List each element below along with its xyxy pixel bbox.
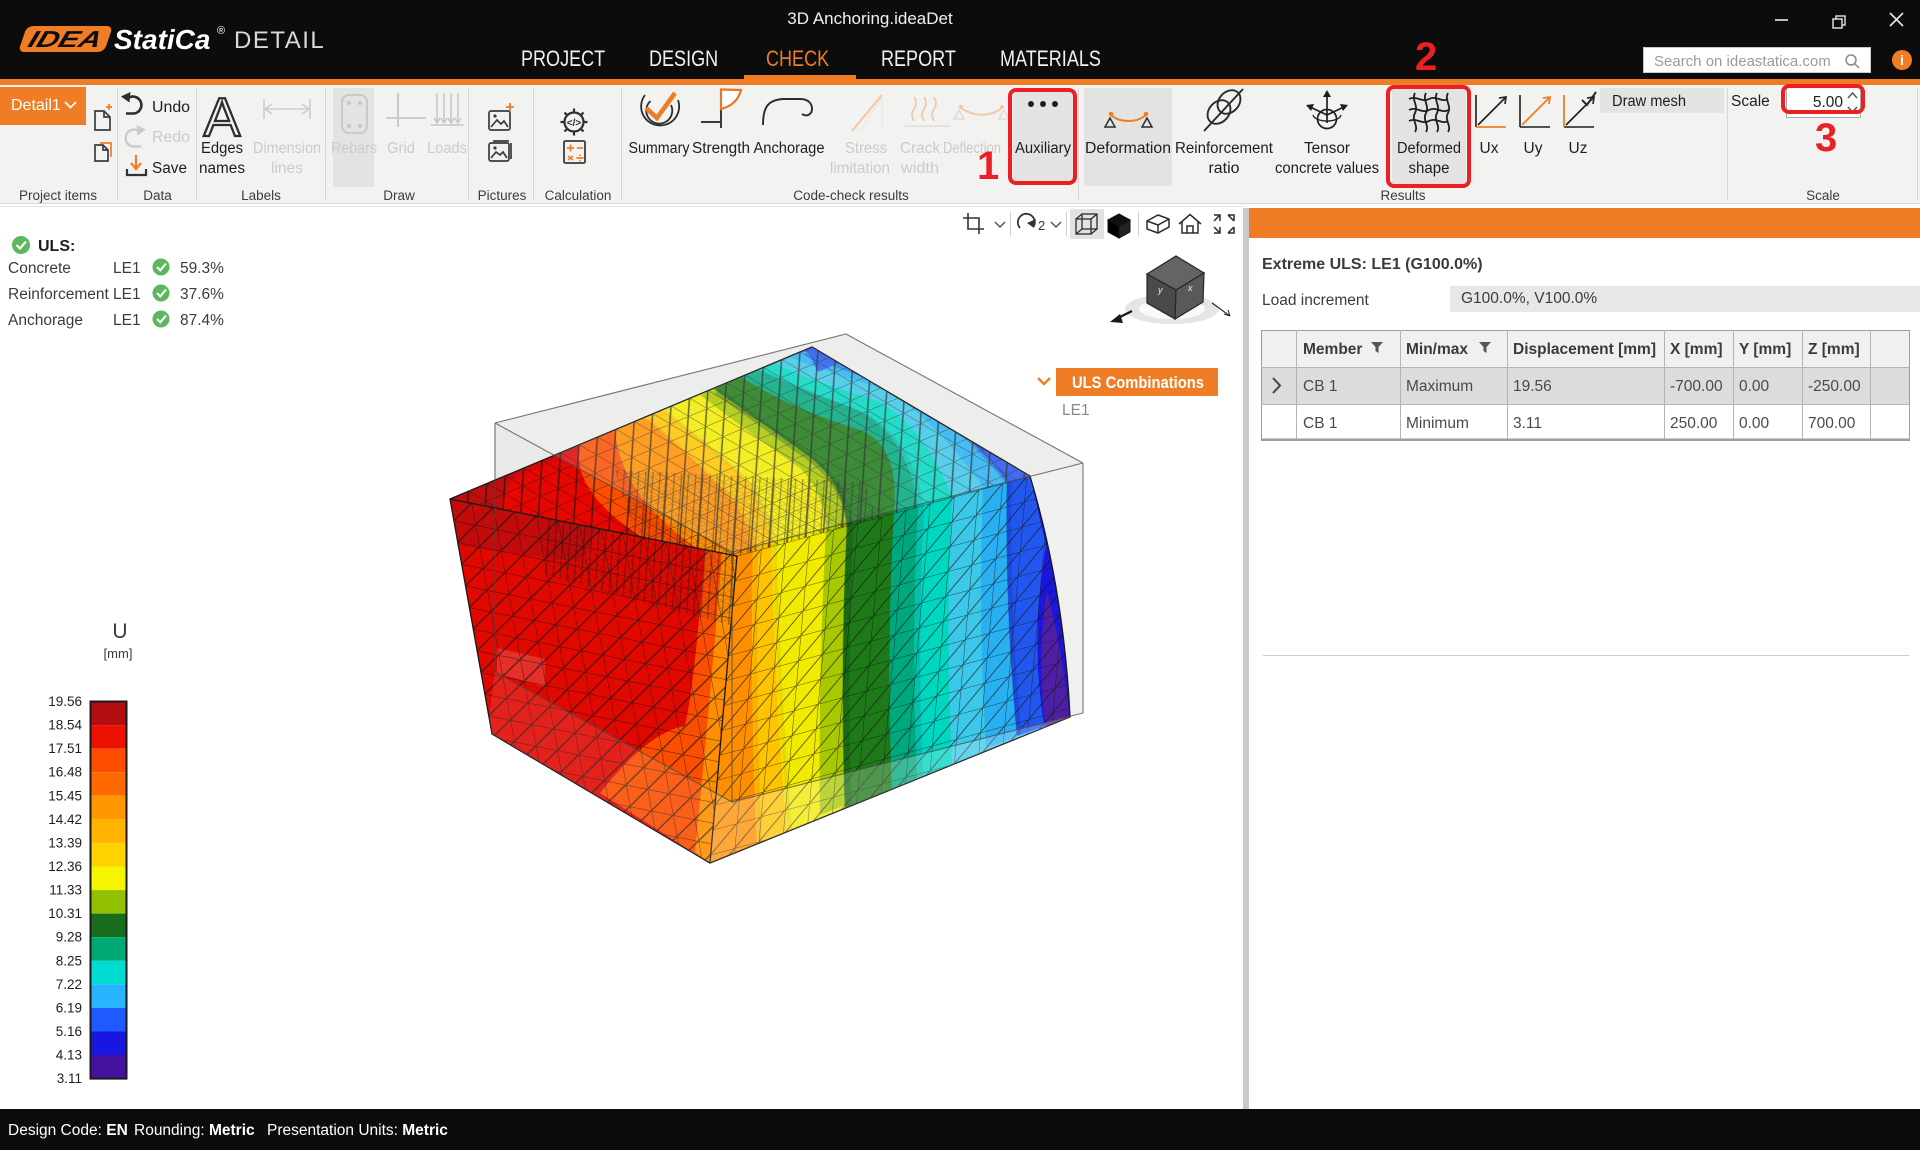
svg-text:Deformation: Deformation <box>1085 140 1171 157</box>
svg-text:19.56: 19.56 <box>1513 378 1552 395</box>
svg-text:Minimum: Minimum <box>1406 415 1469 432</box>
svg-text:x: x <box>1187 283 1193 293</box>
svg-text:names: names <box>199 160 245 177</box>
svg-text:Crack: Crack <box>900 140 940 157</box>
svg-text:4.13: 4.13 <box>56 1048 82 1063</box>
svg-text:y: y <box>1157 285 1163 295</box>
svg-text:Grid: Grid <box>387 140 415 157</box>
svg-text:Scale: Scale <box>1731 93 1770 110</box>
svg-text:[mm]: [mm] <box>104 646 133 661</box>
svg-text:37.6%: 37.6% <box>180 286 224 303</box>
svg-text:Dimension: Dimension <box>253 140 321 157</box>
svg-text:Ux: Ux <box>1480 140 1499 157</box>
svg-text:LE1: LE1 <box>113 260 141 277</box>
svg-text:Undo: Undo <box>152 99 190 116</box>
svg-text:Draw mesh: Draw mesh <box>1612 93 1686 110</box>
svg-text:Uy: Uy <box>1524 140 1543 157</box>
svg-text:DETAIL: DETAIL <box>234 27 325 54</box>
svg-text:Anchorage: Anchorage <box>754 140 825 157</box>
svg-text:CB 1: CB 1 <box>1303 378 1337 395</box>
svg-text:concrete values: concrete values <box>1275 160 1379 177</box>
svg-text:87.4%: 87.4% <box>180 312 224 329</box>
svg-text:-700.00: -700.00 <box>1670 378 1723 395</box>
svg-text:3.11: 3.11 <box>1513 415 1542 432</box>
svg-text:®: ® <box>217 25 225 37</box>
svg-text:width: width <box>900 160 939 177</box>
svg-text:LE1: LE1 <box>1062 402 1090 419</box>
svg-text:Y [mm]: Y [mm] <box>1739 341 1791 358</box>
svg-text:Summary: Summary <box>629 140 690 157</box>
svg-text:ULS Combinations: ULS Combinations <box>1072 374 1204 392</box>
svg-text:LE1: LE1 <box>113 312 141 329</box>
svg-text:8.25: 8.25 <box>56 953 82 968</box>
svg-text:59.3%: 59.3% <box>180 260 224 277</box>
svg-text:Strength: Strength <box>692 140 750 157</box>
svg-text:Displacement [mm]: Displacement [mm] <box>1513 341 1656 358</box>
svg-text:limitation: limitation <box>830 160 890 177</box>
svg-text:18.54: 18.54 <box>48 718 82 733</box>
svg-text:700.00: 700.00 <box>1808 415 1856 432</box>
svg-text:6.19: 6.19 <box>56 1000 82 1015</box>
svg-text:Stress: Stress <box>845 140 887 157</box>
svg-text:Reinforcement: Reinforcement <box>8 286 109 303</box>
svg-text:0.00: 0.00 <box>1739 378 1770 395</box>
svg-text:</>: </> <box>567 118 582 129</box>
svg-text:19.56: 19.56 <box>48 694 82 709</box>
svg-text:11.33: 11.33 <box>49 883 82 898</box>
svg-text:Save: Save <box>152 160 187 177</box>
svg-text:0.00: 0.00 <box>1739 415 1770 432</box>
svg-text:Edges: Edges <box>201 140 243 157</box>
svg-text:15.45: 15.45 <box>48 788 82 803</box>
svg-text:Min/max: Min/max <box>1406 341 1468 358</box>
svg-text:Uz: Uz <box>1569 140 1588 157</box>
svg-text:X [mm]: X [mm] <box>1670 341 1723 358</box>
svg-text:Z [mm]: Z [mm] <box>1808 341 1860 358</box>
svg-text:12.36: 12.36 <box>48 859 82 874</box>
svg-text:10.31: 10.31 <box>48 906 82 921</box>
svg-text:U: U <box>112 620 127 643</box>
svg-text:9.28: 9.28 <box>56 930 82 945</box>
svg-text:ULS:: ULS: <box>38 238 75 255</box>
svg-text:Rebars: Rebars <box>331 140 377 157</box>
svg-text:Loads: Loads <box>427 140 467 157</box>
svg-text:2: 2 <box>1038 218 1045 233</box>
svg-text:Maximum: Maximum <box>1406 378 1473 395</box>
svg-text:5.16: 5.16 <box>56 1024 82 1039</box>
svg-text:Reinforcement: Reinforcement <box>1175 140 1274 157</box>
svg-text:16.48: 16.48 <box>48 765 82 780</box>
svg-text:A: A <box>204 86 241 148</box>
svg-text:Member: Member <box>1303 341 1362 358</box>
svg-text:Redo: Redo <box>152 129 190 146</box>
svg-text:14.42: 14.42 <box>48 812 82 827</box>
svg-text:17.51: 17.51 <box>48 741 82 756</box>
svg-text:Tensor: Tensor <box>1304 140 1350 157</box>
svg-text:IDEA: IDEA <box>25 28 106 53</box>
svg-text:-250.00: -250.00 <box>1808 378 1861 395</box>
svg-text:3.11: 3.11 <box>57 1071 82 1086</box>
svg-text:CB 1: CB 1 <box>1303 415 1337 432</box>
svg-text:ratio: ratio <box>1209 160 1240 177</box>
svg-text:7.22: 7.22 <box>56 977 82 992</box>
svg-text:StatiCa: StatiCa <box>114 24 210 55</box>
svg-text:Concrete: Concrete <box>8 260 71 277</box>
svg-text:250.00: 250.00 <box>1670 415 1718 432</box>
svg-text:lines: lines <box>271 160 303 177</box>
svg-text:13.39: 13.39 <box>48 835 82 850</box>
svg-text:LE1: LE1 <box>113 286 141 303</box>
svg-text:Anchorage: Anchorage <box>8 312 83 329</box>
